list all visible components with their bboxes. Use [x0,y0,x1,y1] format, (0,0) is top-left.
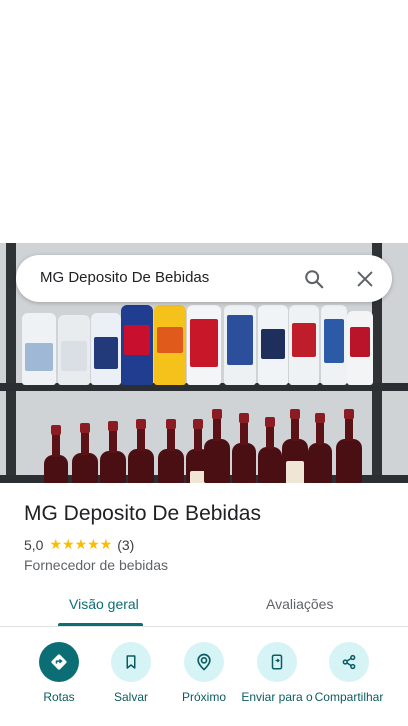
bottle [289,305,319,385]
share-label: Compartilhar [314,690,384,704]
review-count: (3) [117,536,135,553]
save-label: Salvar [113,690,148,704]
bookmark-icon[interactable] [111,642,151,682]
tab-reviews[interactable]: Avaliações [266,596,333,612]
wine-bottle [308,413,332,483]
wine-bottle [282,409,308,483]
share-button[interactable]: Compartilhar [312,642,386,704]
bottle [121,305,153,385]
nearby-icon[interactable] [184,642,224,682]
close-icon[interactable] [354,268,376,290]
bottle [258,305,288,385]
place-category: Fornecedor de bebidas [24,557,168,573]
directions-icon[interactable] [39,642,79,682]
bottle [154,305,186,385]
send-to-phone-button[interactable]: Enviar para o [240,642,314,704]
bottle [22,313,56,385]
nearby-label: Próximo [181,690,226,704]
wine-bottle [258,417,282,483]
wine-bottle [100,421,126,483]
directions-button[interactable]: Rotas [22,642,96,704]
place-title: MG Deposito De Bebidas [24,502,261,525]
wine-bottle [72,423,98,483]
place-details-sheet: MG Deposito De Bebidas 5,0 ★★★★★ (3) For… [0,483,408,726]
bottle [224,305,256,385]
tab-overview[interactable]: Visão geral [69,596,139,612]
search-icon[interactable] [303,268,325,290]
rating-stars: ★★★★★ [49,536,113,552]
tabs-divider [0,626,408,627]
wine-bottle [158,419,184,483]
search-query[interactable]: MG Deposito De Bebidas [40,269,209,286]
rating-row[interactable]: 5,0 ★★★★★ (3) [24,536,134,553]
nearby-button[interactable]: Próximo [167,642,241,704]
bottle [91,313,121,385]
bottle [321,305,347,385]
wine-bottle [204,409,230,483]
wine-bottle [44,425,68,483]
map-blank-area [0,0,408,243]
rating-value: 5,0 [24,536,44,553]
wine-bottle [232,413,256,483]
send-to-phone-label: Enviar para o [241,690,313,704]
share-icon[interactable] [329,642,369,682]
bottle [58,315,90,385]
save-button[interactable]: Salvar [94,642,168,704]
wine-bottle [128,419,154,483]
wine-bottle [336,409,362,483]
directions-label: Rotas [43,690,75,704]
bottle [187,305,221,385]
send-to-phone-icon[interactable] [257,642,297,682]
bottle [347,311,373,385]
shelf-post-left [6,243,16,483]
search-bar[interactable]: MG Deposito De Bebidas [16,255,392,302]
